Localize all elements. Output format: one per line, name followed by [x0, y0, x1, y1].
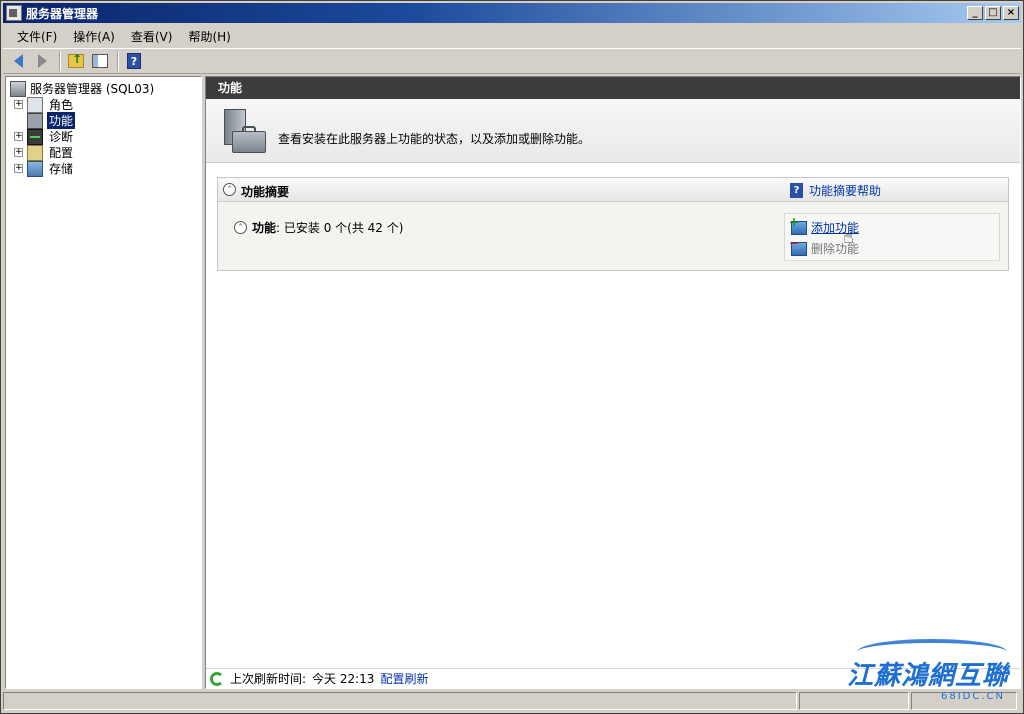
server-manager-icon: [6, 5, 22, 21]
up-folder-icon: [68, 52, 84, 68]
features-count: : 已安装 0 个(共 42 个): [276, 221, 404, 235]
toolbar: ?: [3, 48, 1021, 74]
expand-storage-button[interactable]: +: [14, 164, 23, 173]
tree-item-label: 角色: [49, 98, 74, 112]
tree-item-roles[interactable]: + 角色: [14, 96, 75, 113]
server-icon: [10, 80, 26, 97]
configuration-icon: [27, 144, 43, 161]
minimize-button[interactable]: _: [967, 6, 983, 20]
menu-bar: 文件(F) 操作(A) 查看(V) 帮助(H): [3, 25, 1021, 47]
forward-icon: [37, 54, 47, 68]
pane-title: 功能: [206, 77, 1020, 99]
toolbar-separator: [117, 51, 119, 71]
refresh-icon: [210, 671, 224, 686]
last-refresh-label: 上次刷新时间:: [230, 672, 307, 686]
tree-item-diagnostics[interactable]: + 诊断: [14, 128, 75, 145]
summary-help-link-text: 功能摘要帮助: [809, 184, 882, 198]
tree-item-label: 功能: [47, 112, 76, 129]
collapse-features-button[interactable]: ˄: [234, 221, 247, 234]
server-manager-window: 服务器管理器 _ □ × 文件(F) 操作(A) 查看(V) 帮助(H) ? 服…: [0, 0, 1024, 714]
tree-item-label: 存储: [49, 162, 74, 176]
features-toolbox-icon: [220, 109, 268, 157]
storage-icon: [27, 160, 43, 177]
actions-panel: 添加功能 删除功能 ☝: [784, 213, 1000, 261]
tree-item-features[interactable]: 功能: [14, 112, 76, 129]
roles-icon: [27, 96, 43, 113]
features-status-row: ˄ 功能 : 已安装 0 个(共 42 个): [234, 219, 403, 236]
last-refresh-time: 今天 22:13: [312, 672, 375, 686]
features-summary-section: ˄ 功能摘要 ? 功能摘要帮助 ˄ 功能 : 已安装 0 个(共 42 个) 添…: [217, 177, 1009, 271]
collapse-summary-button[interactable]: ˄: [223, 183, 236, 196]
forward-button[interactable]: [31, 50, 53, 72]
tree-item-label: 配置: [49, 146, 74, 160]
tree-root-server[interactable]: 服务器管理器 (SQL03): [10, 80, 154, 97]
help-button[interactable]: ?: [123, 50, 145, 72]
section-title: 功能摘要: [241, 185, 290, 199]
show-hide-tree-icon: [92, 54, 108, 68]
back-button[interactable]: [7, 50, 29, 72]
add-features-icon: [789, 215, 807, 235]
intro-text: 查看安装在此服务器上功能的状态，以及添加或删除功能。: [278, 132, 591, 146]
navigation-tree: 服务器管理器 (SQL03) + 角色 功能 + 诊断 + 配置 + 存储: [5, 76, 202, 689]
tree-root-label: 服务器管理器 (SQL03): [30, 82, 155, 96]
features-icon: [27, 112, 43, 129]
expand-diagnostics-button[interactable]: +: [14, 132, 23, 141]
help-icon: ?: [127, 53, 141, 69]
window-controls: _ □ ×: [967, 6, 1019, 20]
menu-action[interactable]: 操作(A): [65, 28, 123, 45]
up-one-level-button[interactable]: [65, 50, 87, 72]
diagnostics-icon: [27, 128, 43, 145]
details-pane: 功能 查看安装在此服务器上功能的状态，以及添加或删除功能。 ˄ 功能摘要 ? 功…: [205, 76, 1021, 689]
menu-file[interactable]: 文件(F): [9, 28, 65, 45]
remove-features-icon: [789, 236, 807, 256]
tree-item-configuration[interactable]: + 配置: [14, 144, 75, 161]
close-button[interactable]: ×: [1003, 6, 1019, 20]
summary-help-link[interactable]: ? 功能摘要帮助: [790, 182, 881, 199]
watermark-logo: 江蘇鴻網互聯 68IDC.CN: [837, 635, 1021, 709]
hand-cursor-icon: ☝: [843, 227, 854, 248]
watermark-subtext: 68IDC.CN: [941, 691, 1005, 702]
expand-configuration-button[interactable]: +: [14, 148, 23, 157]
tree-item-storage[interactable]: + 存储: [14, 160, 75, 177]
maximize-button[interactable]: □: [985, 6, 1001, 20]
back-icon: [13, 54, 23, 68]
configure-refresh-link[interactable]: 配置刷新: [380, 670, 428, 687]
intro-banner: 查看安装在此服务器上功能的状态，以及添加或删除功能。: [206, 99, 1020, 163]
help-icon: ?: [790, 183, 803, 198]
toolbar-separator: [59, 51, 61, 71]
window-title: 服务器管理器: [26, 6, 99, 21]
menu-help[interactable]: 帮助(H): [180, 28, 238, 45]
watermark-text: 江蘇鴻網互聯: [847, 661, 1010, 691]
title-bar[interactable]: 服务器管理器 _ □ ×: [3, 3, 1021, 23]
menu-view[interactable]: 查看(V): [123, 28, 181, 45]
tree-item-label: 诊断: [49, 130, 74, 144]
show-hide-tree-button[interactable]: [89, 50, 111, 72]
features-label: 功能: [252, 221, 277, 235]
status-cell: [3, 692, 797, 710]
expand-roles-button[interactable]: +: [14, 100, 23, 109]
section-header: ˄ 功能摘要 ? 功能摘要帮助: [218, 178, 1008, 202]
